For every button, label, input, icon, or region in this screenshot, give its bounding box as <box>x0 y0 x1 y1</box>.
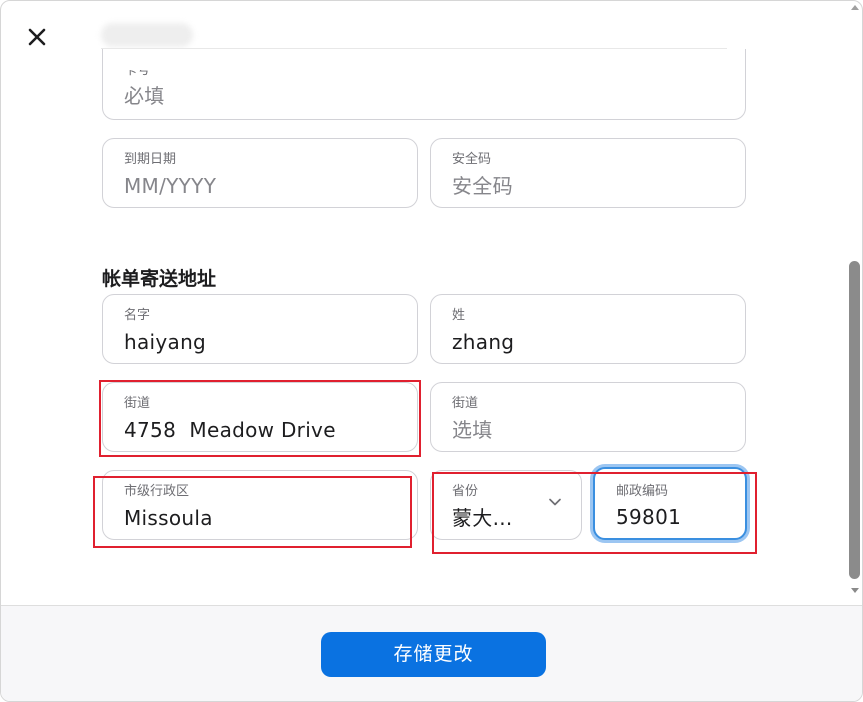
street-line2-placeholder: 选填 <box>452 418 493 442</box>
expiry-field[interactable]: 到期日期 MM/YYYY <box>102 138 418 208</box>
street-line2-label: 街道 <box>452 396 479 411</box>
street-line1-value: 4758 Meadow Drive <box>124 418 336 442</box>
dialog-footer: 存储更改 <box>1 605 862 701</box>
last-name-label: 姓 <box>452 308 466 323</box>
first-name-value: haiyang <box>124 330 207 354</box>
city-value: Missoula <box>124 506 213 530</box>
card-number-field[interactable]: 卡号 必填 <box>102 49 746 120</box>
security-code-label: 安全码 <box>452 152 492 167</box>
street-line2-field[interactable]: 街道 选填 <box>430 382 746 452</box>
security-code-field[interactable]: 安全码 安全码 <box>430 138 746 208</box>
close-icon[interactable] <box>23 23 51 51</box>
security-code-placeholder: 安全码 <box>452 174 513 198</box>
city-label: 市级行政区 <box>124 484 190 499</box>
zip-code-field[interactable]: 邮政编码 59801 <box>593 467 747 540</box>
last-name-value: zhang <box>452 330 515 354</box>
card-number-label: 卡号 <box>124 63 151 78</box>
last-name-field[interactable]: 姓 zhang <box>430 294 746 364</box>
zip-code-label: 邮政编码 <box>616 484 669 499</box>
expiry-placeholder: MM/YYYY <box>124 174 217 198</box>
scrollbar-thumb[interactable] <box>849 261 860 579</box>
scroll-up-arrow-icon[interactable] <box>851 5 859 10</box>
billing-address-title: 帐单寄送地址 <box>102 268 217 290</box>
first-name-label: 名字 <box>124 308 151 323</box>
street-line1-field[interactable]: 街道 4758 Meadow Drive <box>102 382 418 452</box>
blurred-header <box>101 23 193 47</box>
expiry-label: 到期日期 <box>124 152 177 167</box>
zip-code-value: 59801 <box>616 505 682 529</box>
chevron-down-icon <box>549 498 561 506</box>
save-changes-button[interactable]: 存储更改 <box>321 632 546 677</box>
province-value: 蒙大... <box>452 506 513 530</box>
first-name-field[interactable]: 名字 haiyang <box>102 294 418 364</box>
province-select[interactable]: 省份 蒙大... <box>430 470 582 540</box>
street-line1-label: 街道 <box>124 396 151 411</box>
card-number-placeholder: 必填 <box>124 84 165 108</box>
city-field[interactable]: 市级行政区 Missoula <box>102 470 418 540</box>
scroll-down-arrow-icon[interactable] <box>851 588 859 593</box>
province-label: 省份 <box>452 484 479 499</box>
billing-dialog: 卡号 必填 到期日期 MM/YYYY 安全码 安全码 帐单寄送地址 名字 hai… <box>0 0 863 702</box>
